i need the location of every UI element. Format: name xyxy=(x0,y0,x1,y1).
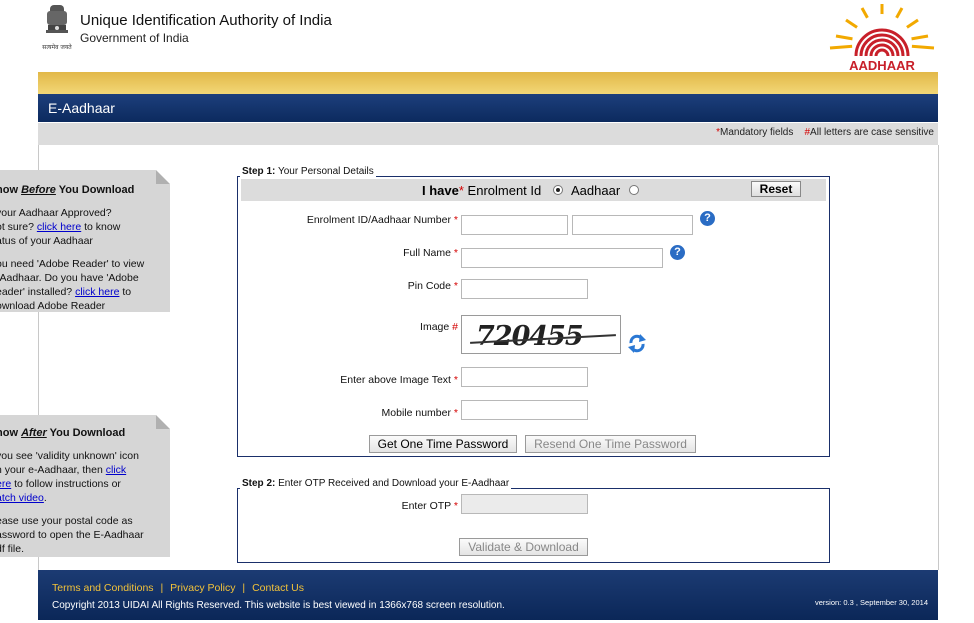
image-label: Image # xyxy=(270,321,458,333)
mandatory-notice: *Mandatory fields #All letters are case … xyxy=(716,127,934,138)
i-have-label: I have xyxy=(422,183,459,198)
legend-text: Enter OTP Received and Download your E-A… xyxy=(275,478,510,489)
before-note-p2: ou need 'Adobe Reader' to view -Aadhaar.… xyxy=(0,257,158,313)
case-marker: # xyxy=(452,321,458,333)
national-emblem-icon: सत्यमेव जयते xyxy=(42,5,72,51)
text: to follow instructions or xyxy=(14,478,121,490)
org-name: Unique Identification Authority of India xyxy=(80,12,332,29)
required-marker: * xyxy=(458,183,464,198)
enrolment-label: Enrolment ID/Aadhaar Number * xyxy=(270,214,458,226)
resend-otp-button[interactable]: Resend One Time Password xyxy=(525,435,696,453)
legend-step: Step 2: xyxy=(242,478,276,489)
heading-pre: now xyxy=(0,427,18,439)
required-marker: * xyxy=(453,247,458,259)
after-download-note: now After You Download you see 'validity… xyxy=(0,415,170,557)
pin-code-label: Pin Code * xyxy=(270,280,458,292)
aadhaar-logo-icon: AADHAAR xyxy=(829,4,935,72)
required-marker: * xyxy=(453,280,458,292)
image-text-input[interactable] xyxy=(461,367,588,387)
enrolment-id-input-1[interactable] xyxy=(461,215,568,235)
mandatory-label: Mandatory fields xyxy=(719,127,794,138)
adobe-reader-link[interactable]: click here xyxy=(75,286,119,298)
page-fold-icon xyxy=(156,415,170,429)
footer xyxy=(38,570,938,620)
copyright-text: Copyright 2013 UIDAI All Rights Reserved… xyxy=(52,600,505,611)
otp-input[interactable] xyxy=(461,494,588,514)
option-enrolment-label: Enrolment Id xyxy=(467,183,542,198)
step2-legend: Step 2: Enter OTP Received and Download … xyxy=(240,478,512,489)
page-title: E-Aadhaar xyxy=(48,100,115,116)
check-status-link[interactable]: click here xyxy=(37,221,81,233)
after-download-heading: now After You Download xyxy=(0,426,158,440)
heading-pre: now xyxy=(0,184,18,196)
option-aadhaar-label: Aadhaar xyxy=(571,183,621,198)
heading-em: After xyxy=(21,427,47,439)
enrolment-radio[interactable] xyxy=(553,185,563,195)
gold-banner xyxy=(38,72,938,94)
enrolment-id-input-2[interactable] xyxy=(572,215,693,235)
after-note-p1: you see 'validity unknown' icon n your e… xyxy=(0,449,158,505)
required-marker: * xyxy=(453,214,458,226)
after-note-p2: ease use your postal code as assword to … xyxy=(0,515,144,555)
aadhaar-radio[interactable] xyxy=(629,185,639,195)
image-text-label: Enter above Image Text * xyxy=(270,374,458,386)
legend-text: Your Personal Details xyxy=(275,166,374,177)
refresh-captcha-icon[interactable] xyxy=(627,332,647,354)
footer-separator: | xyxy=(242,582,246,594)
required-marker: * xyxy=(453,374,458,386)
before-download-note: now Before You Download your Aadhaar App… xyxy=(0,170,170,312)
page-fold-icon xyxy=(156,170,170,184)
before-note-p1: your Aadhaar Approved? ot sure? click he… xyxy=(0,206,158,248)
mobile-label: Mobile number * xyxy=(270,407,458,419)
full-name-label: Full Name * xyxy=(270,247,458,259)
otp-label: Enter OTP * xyxy=(270,500,458,512)
heading-post: You Download xyxy=(55,184,135,196)
label-text: Enter OTP xyxy=(401,500,451,512)
full-name-input[interactable] xyxy=(461,248,663,268)
heading-post: You Download xyxy=(46,427,126,439)
label-text: Enrolment ID/Aadhaar Number xyxy=(306,214,451,226)
case-label: All letters are case sensitive xyxy=(810,127,934,138)
required-marker: * xyxy=(453,500,458,512)
version-text: version: 0.3 , September 30, 2014 xyxy=(815,598,928,607)
logo-text: AADHAAR xyxy=(849,58,915,72)
title-bar xyxy=(38,94,938,122)
captcha-image: 720455 xyxy=(461,315,621,354)
label-text: Mobile number xyxy=(381,407,451,419)
privacy-link[interactable]: Privacy Policy xyxy=(170,582,235,594)
label-text: Image xyxy=(420,321,450,333)
validate-download-button[interactable]: Validate & Download xyxy=(459,538,588,556)
gov-name: Government of India xyxy=(80,31,189,45)
contact-link[interactable]: Contact Us xyxy=(252,582,304,594)
footer-separator: | xyxy=(160,582,164,594)
mobile-input[interactable] xyxy=(461,400,588,420)
before-download-heading: now Before You Download xyxy=(0,183,158,197)
reset-button[interactable]: Reset xyxy=(751,181,801,197)
id-type-label: I have* Enrolment Id xyxy=(422,183,541,198)
help-icon[interactable]: ? xyxy=(700,211,715,226)
label-text: Enter above Image Text xyxy=(340,374,451,386)
legend-step: Step 1: xyxy=(242,166,276,177)
heading-em: Before xyxy=(21,184,56,196)
terms-link[interactable]: Terms and Conditions xyxy=(52,582,154,594)
help-icon[interactable]: ? xyxy=(670,245,685,260)
step1-legend: Step 1: Your Personal Details xyxy=(240,166,376,177)
text: . xyxy=(43,492,47,504)
required-marker: * xyxy=(453,407,458,419)
footer-links: Terms and Conditions | Privacy Policy | … xyxy=(52,582,304,594)
emblem-caption: सत्यमेव जयते xyxy=(42,43,72,51)
pin-code-input[interactable] xyxy=(461,279,588,299)
label-text: Full Name xyxy=(403,247,451,259)
watch-video-link[interactable]: atch video xyxy=(0,492,44,504)
label-text: Pin Code xyxy=(407,280,451,292)
get-otp-button[interactable]: Get One Time Password xyxy=(369,435,517,453)
